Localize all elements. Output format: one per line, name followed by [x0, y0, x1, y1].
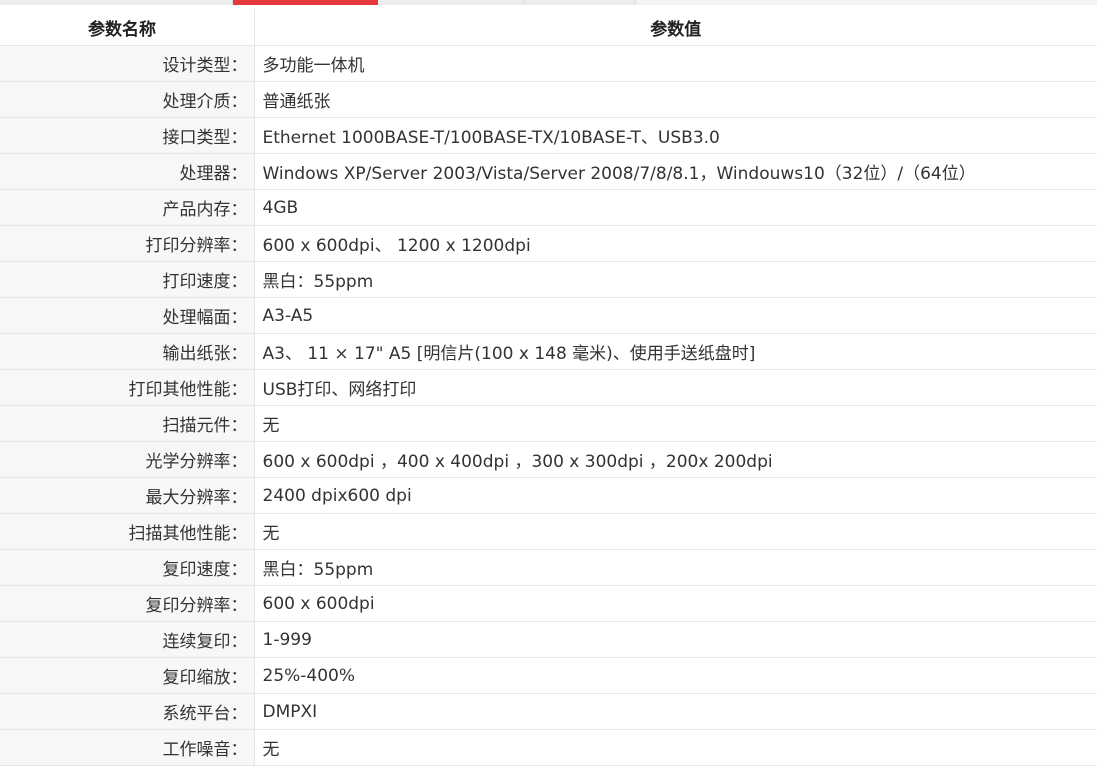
param-value-cell: 无 [254, 405, 1097, 442]
table-row: 打印其他性能： USB打印、网络打印 [0, 369, 1097, 406]
tab-1[interactable] [0, 0, 233, 5]
table-row: 扫描其他性能：无 [0, 513, 1097, 550]
header-param-value: 参数值 [254, 9, 1097, 46]
param-value-cell: Windows XP/Server 2003/Vista/Server 2008… [254, 153, 1097, 190]
param-name-cell: 复印缩放： [0, 657, 255, 694]
param-value-cell: 黑白：55ppm [254, 549, 1097, 586]
table-row: 设计类型： 多功能一体机 [0, 45, 1097, 82]
param-name-cell: 工作噪音： [0, 729, 255, 766]
params-table: 参数名称 参数值 设计类型： 多功能一体机 处理介质： 普通纸张 接口类型： Ethern… [0, 9, 1097, 766]
param-value-cell: 2400 dpix600 dpi [254, 477, 1097, 514]
tab-strip [0, 0, 1097, 5]
table-row: 产品内存： 4GB [0, 189, 1097, 226]
table-row: 复印缩放： 25%-400% [0, 657, 1097, 694]
param-value-cell: 600 x 600dpi [254, 585, 1097, 622]
table-row: 处理介质： 普通纸张 [0, 81, 1097, 118]
param-name-cell: 打印其他性能： [0, 369, 255, 406]
table-row: 光学分辨率： 600 x 600dpi ，400 x 400dpi ，300 x … [0, 441, 1097, 478]
param-name-cell: 复印速度： [0, 549, 255, 586]
param-name-cell: 复印分辨率： [0, 585, 255, 622]
param-value-cell: USB打印、网络打印 [254, 369, 1097, 406]
param-name-cell: 输出纸张： [0, 333, 255, 370]
table-row: 接口类型： Ethernet 1000BASE-T/100BASE-TX/10BA… [0, 117, 1097, 154]
table-row: 复印速度： 黑白：55ppm [0, 549, 1097, 586]
param-value-cell: 600 x 600dpi、 1200 x 1200dpi [254, 225, 1097, 262]
param-value-cell: 黑白：55ppm [254, 261, 1097, 298]
tab-active[interactable] [233, 0, 378, 5]
param-name-cell: 处理介质： [0, 81, 255, 118]
tab-4[interactable] [524, 0, 636, 5]
param-name-cell: 处理器： [0, 153, 255, 190]
param-name-cell: 系统平台： [0, 693, 255, 730]
param-name-cell: 设计类型： [0, 45, 255, 82]
param-value-cell: DMPXI [254, 693, 1097, 730]
table-row: 复印分辨率： 600 x 600dpi [0, 585, 1097, 622]
param-value-cell: Ethernet 1000BASE-T/100BASE-TX/10BASE-T、… [254, 117, 1097, 154]
param-name-cell: 光学分辨率： [0, 441, 255, 478]
param-value-cell: 25%-400% [254, 657, 1097, 694]
param-name-cell: 最大分辨率： [0, 477, 255, 514]
header-param-name: 参数名称 [0, 9, 255, 46]
param-name-cell: 打印分辨率： [0, 225, 255, 262]
table-row: 输出纸张： A3、 11 × 17" A5 [明信片(100 x 148 毫米)、… [0, 333, 1097, 370]
table-row: 最大分辨率： 2400 dpix600 dpi [0, 477, 1097, 514]
table-row: 扫描元件：无 [0, 405, 1097, 442]
table-row: 打印分辨率： 600 x 600dpi、 1200 x 1200dpi [0, 225, 1097, 262]
param-name-cell: 产品内存： [0, 189, 255, 226]
table-row: 处理器： Windows XP/Server 2003/Vista/Server … [0, 153, 1097, 190]
table-body: 设计类型： 多功能一体机 处理介质： 普通纸张 接口类型： Ethernet 1000BA… [0, 45, 1097, 766]
table-row: 打印速度： 黑白：55ppm [0, 261, 1097, 298]
param-name-cell: 处理幅面： [0, 297, 255, 334]
param-value-cell: 多功能一体机 [254, 45, 1097, 82]
param-value-cell: A3-A5 [254, 297, 1097, 334]
table-row: 连续复印： 1-999 [0, 621, 1097, 658]
table-row: 系统平台： DMPXI [0, 693, 1097, 730]
param-name-cell: 接口类型： [0, 117, 255, 154]
param-name-cell: 扫描其他性能： [0, 513, 255, 550]
table-header-row: 参数名称 参数值 [0, 9, 1097, 46]
param-value-cell: 1-999 [254, 621, 1097, 658]
param-value-cell: 无 [254, 729, 1097, 766]
param-name-cell: 连续复印： [0, 621, 255, 658]
param-value-cell: A3、 11 × 17" A5 [明信片(100 x 148 毫米)、使用手送纸… [254, 333, 1097, 370]
param-name-cell: 打印速度： [0, 261, 255, 298]
table-row: 处理幅面： A3-A5 [0, 297, 1097, 334]
tab-3[interactable] [378, 0, 524, 5]
param-value-cell: 普通纸张 [254, 81, 1097, 118]
param-value-cell: 无 [254, 513, 1097, 550]
param-value-cell: 4GB [254, 189, 1097, 226]
table-row: 工作噪音：无 [0, 729, 1097, 766]
param-value-cell: 600 x 600dpi ，400 x 400dpi ，300 x 300dpi… [254, 441, 1097, 478]
param-name-cell: 扫描元件： [0, 405, 255, 442]
